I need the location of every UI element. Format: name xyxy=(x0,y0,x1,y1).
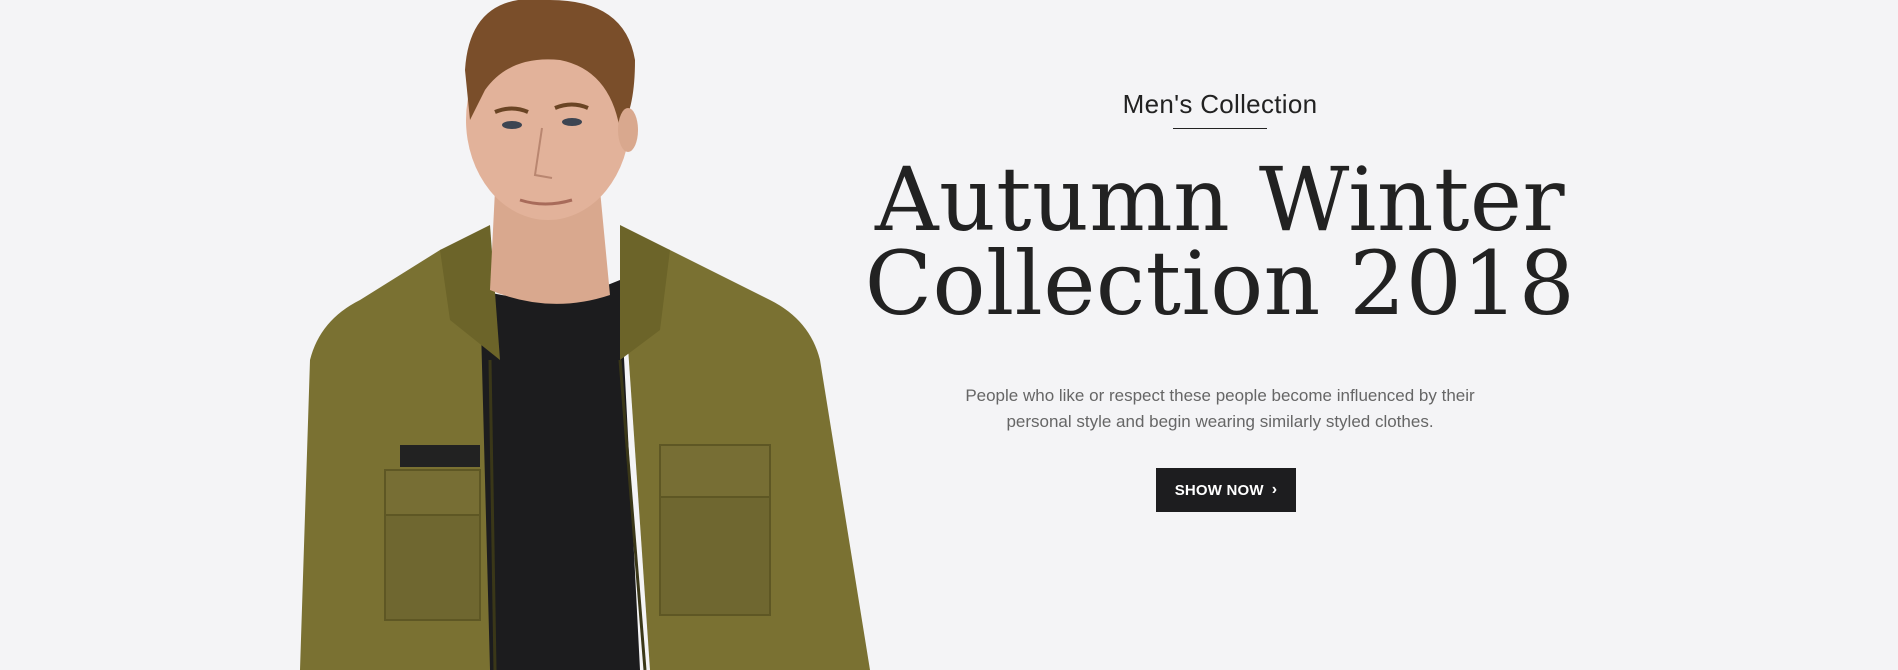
hero-banner: Men's Collection Autumn Winter Collectio… xyxy=(0,0,1898,670)
headline-line-1: Autumn Winter xyxy=(874,148,1566,251)
hero-headline: Autumn Winter Collection 2018 xyxy=(820,148,1620,335)
headline-line-2: Collection 2018 xyxy=(864,232,1576,335)
chevron-right-icon: › xyxy=(1271,481,1278,498)
show-now-button[interactable]: SHOW NOW › xyxy=(1156,468,1296,512)
show-now-label: SHOW NOW xyxy=(1174,481,1264,499)
hero-description: People who like or respect these people … xyxy=(965,386,1475,431)
collection-eyebrow: Men's Collection xyxy=(1122,89,1318,119)
hero-content: Men's Collection Autumn Winter Collectio… xyxy=(820,0,1620,670)
eyebrow-underline xyxy=(1173,128,1267,129)
model-image xyxy=(300,0,870,670)
